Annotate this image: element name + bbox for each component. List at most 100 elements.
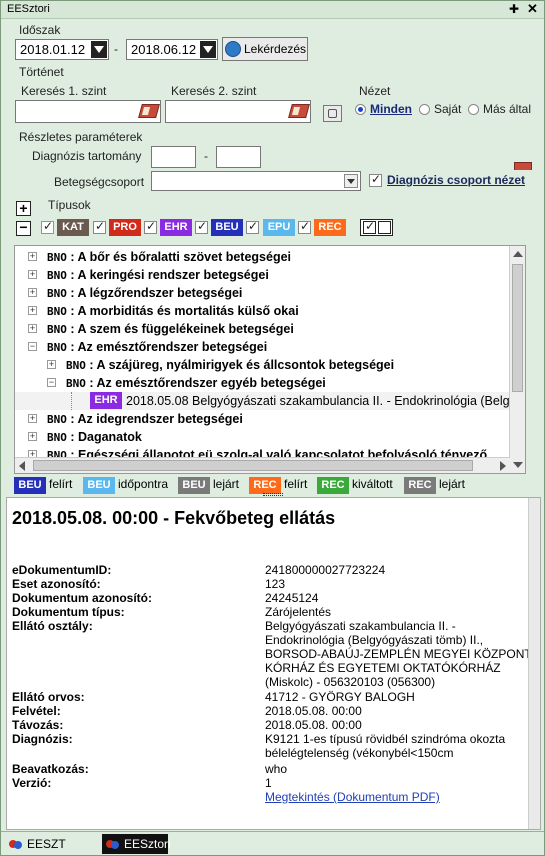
scroll-right-icon[interactable] <box>500 461 506 471</box>
collapse-icon[interactable]: − <box>47 378 56 387</box>
tree-item-code: BNO <box>47 269 67 282</box>
chevron-down-icon[interactable] <box>344 174 358 188</box>
view-others-label[interactable]: Más által <box>483 102 531 116</box>
search2-label: Keresés 2. szint <box>171 84 257 98</box>
tab-eesztori[interactable]: EESztori <box>102 834 171 854</box>
legend-badge-rec-dispensed: REC <box>317 477 349 494</box>
tree-horizontal-scrollbar[interactable] <box>15 457 510 473</box>
type-checkbox-beu[interactable] <box>195 219 208 234</box>
type-badge-ehr: EHR <box>160 219 192 236</box>
eraser-icon[interactable] <box>138 104 160 118</box>
detail-value: K9121 1-es típusú rövidbél szindróma oko… <box>265 732 506 746</box>
group-label: Betegségcsoport <box>54 175 145 189</box>
diag-range-from-input[interactable] <box>151 146 196 168</box>
tree-item-label: Daganatok <box>77 430 142 444</box>
tree-vertical-scrollbar[interactable] <box>509 246 525 473</box>
detail-value: who <box>265 762 288 776</box>
splitter-handle[interactable] <box>263 493 283 496</box>
type-checkbox-epu[interactable] <box>246 219 259 234</box>
tree-item-sep: : <box>66 430 78 444</box>
scroll-up-icon[interactable] <box>513 251 523 257</box>
tree-item-code: BNO <box>47 251 67 264</box>
tree-item-label: Az emésztőrendszer egyéb betegségei <box>96 376 326 390</box>
expand-icon[interactable]: + <box>28 270 37 279</box>
tab-eeszt-panel[interactable]: EESZT panel <box>5 834 100 854</box>
expand-icon[interactable]: + <box>47 360 56 369</box>
eraser-icon[interactable] <box>514 160 532 170</box>
tree-item-sep: : <box>66 286 78 300</box>
query-button-label: Lekérdezés <box>244 42 307 56</box>
select-all-toggle[interactable] <box>360 219 393 236</box>
tree-item-sep: : <box>66 250 78 264</box>
view-document-pdf-link[interactable]: Megtekintés (Dokumentum PDF) <box>265 790 440 804</box>
tree-item-sep: : <box>66 322 78 336</box>
expand-icon[interactable]: + <box>28 324 37 333</box>
expand-icon[interactable]: + <box>28 432 37 441</box>
chevron-down-icon[interactable] <box>200 41 216 58</box>
eraser-icon[interactable] <box>288 104 310 118</box>
tree-item-code: BNO <box>66 377 86 390</box>
type-checkbox-rec[interactable] <box>298 219 311 234</box>
type-checkbox-pro[interactable] <box>93 219 106 234</box>
tree-item-code: BNO <box>47 287 67 300</box>
date-from-picker[interactable]: 2018.01.12 <box>15 39 109 60</box>
legend-badge-beu-expired: BEU <box>178 477 210 494</box>
collapse-icon[interactable]: − <box>28 342 37 351</box>
tree-item-code: BNO <box>47 341 67 354</box>
close-icon[interactable]: ✕ <box>527 1 538 17</box>
expand-icon[interactable]: + <box>28 414 37 423</box>
detail-value: 241800000027723224 <box>265 563 386 577</box>
collapse-button[interactable] <box>323 105 342 122</box>
date-to-picker[interactable]: 2018.06.12 <box>126 39 218 60</box>
scroll-thumb[interactable] <box>512 264 523 392</box>
tree-item-sep: : <box>85 358 97 372</box>
group-view-checkbox[interactable] <box>369 172 382 187</box>
type-checkbox-ehr[interactable] <box>144 219 157 234</box>
detail-title: 2018.05.08. 00:00 - Fekvőbeteg ellátás <box>12 508 336 528</box>
diag-range-dash: - <box>204 149 208 163</box>
detail-label: eDokumentumID: <box>12 563 112 577</box>
view-radio-others[interactable] <box>468 104 479 115</box>
search2-input[interactable] <box>165 100 311 123</box>
tree-item-sep: : <box>66 304 78 318</box>
expand-icon[interactable]: + <box>28 252 37 261</box>
expand-icon[interactable]: + <box>28 306 37 315</box>
tree-item-code: BNO <box>47 431 67 444</box>
pin-icon[interactable]: ✚ <box>509 2 519 16</box>
expand-icon[interactable]: + <box>28 288 37 297</box>
scroll-left-icon[interactable] <box>19 461 25 471</box>
detail-value: 41712 - GYÖRGY BALOGH <box>265 690 415 704</box>
legend-label: felírt <box>49 477 73 491</box>
query-button[interactable]: Lekérdezés <box>222 37 308 61</box>
detail-value: Zárójelentés <box>265 605 332 619</box>
scroll-thumb[interactable] <box>33 460 473 471</box>
type-badge-pro: PRO <box>109 219 141 236</box>
tree-item-label: A morbiditás és mortalitás külső okai <box>77 304 299 318</box>
diag-range-to-input[interactable] <box>216 146 261 168</box>
detail-value: KÓRHÁZ ÉS EGYETEMI OKTATÓKÓRHÁZ <box>265 661 501 675</box>
detail-scrollbar[interactable] <box>528 498 540 829</box>
diagnosis-tree[interactable]: + BNO : A bőr és bőralatti szövet betegs… <box>14 245 526 474</box>
tree-item-selected[interactable]: EHR 2018.05.08 Belgyógyászati szakambula… <box>15 392 523 410</box>
chevron-down-icon[interactable] <box>91 41 107 58</box>
tree-item-sep: : <box>66 412 78 426</box>
view-radio-all[interactable] <box>355 104 366 115</box>
eesztori-logo-icon <box>106 838 120 850</box>
title-bar: EESztori ✚ ✕ <box>1 1 544 19</box>
detail-value: bélelégtelenség (vékonybél<150cm <box>265 746 454 760</box>
collapse-all-icon[interactable]: − <box>16 220 31 236</box>
group-select[interactable] <box>151 171 361 191</box>
detail-label: Verzió: <box>12 776 52 790</box>
detail-value: 2018.05.08. 00:00 <box>265 704 362 718</box>
tab-label: EESZT panel <box>27 837 66 851</box>
search1-input[interactable] <box>15 100 161 123</box>
view-all-label[interactable]: Minden <box>370 102 412 116</box>
view-radio-own[interactable] <box>419 104 430 115</box>
view-own-label[interactable]: Saját <box>434 102 461 116</box>
date-to-value: 2018.06.12 <box>131 42 197 57</box>
legend-label: időpontra <box>118 477 169 491</box>
expand-all-icon[interactable]: + <box>16 201 31 216</box>
scroll-down-icon[interactable] <box>513 462 523 468</box>
group-view-label[interactable]: Diagnózis csoport nézet <box>387 173 525 187</box>
type-checkbox-kat[interactable] <box>41 219 54 234</box>
